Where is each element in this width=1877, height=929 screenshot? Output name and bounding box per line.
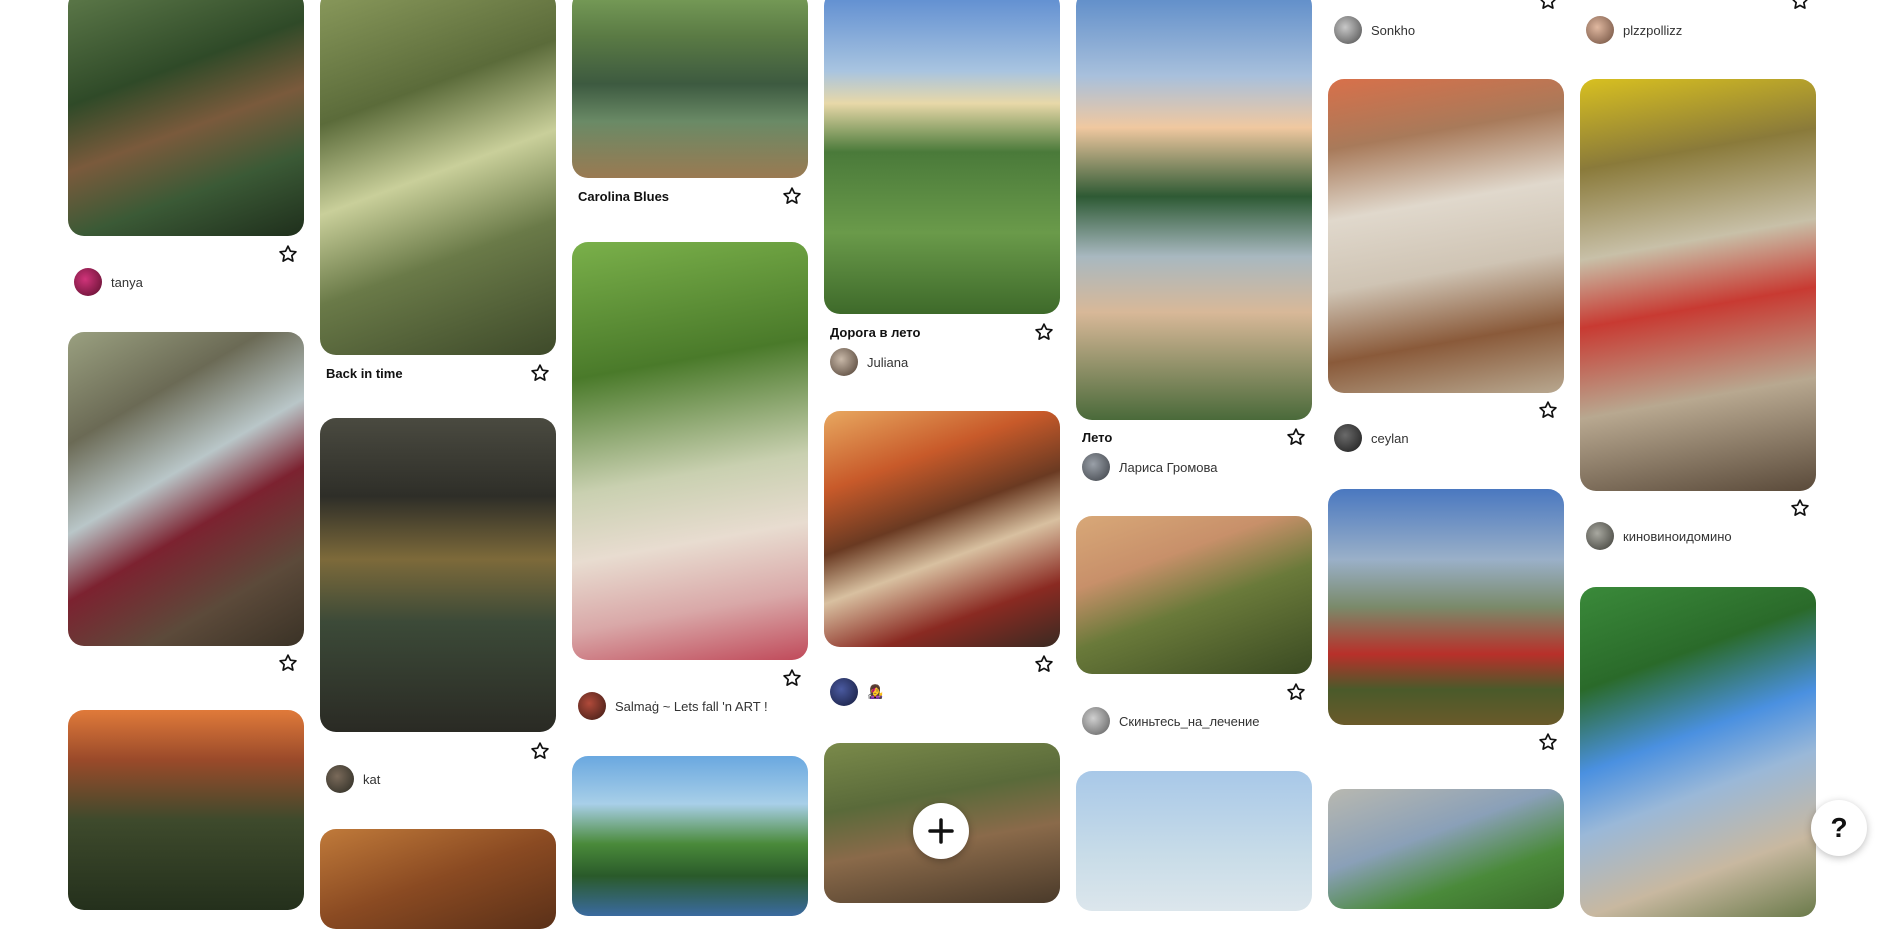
pin-image[interactable] (68, 332, 304, 646)
add-button[interactable] (913, 803, 969, 859)
save-star-button[interactable] (1538, 400, 1558, 420)
save-star-button[interactable] (1790, 0, 1810, 11)
author-name: Лариса Громова (1119, 459, 1218, 475)
avatar (1586, 522, 1614, 550)
save-star-button[interactable] (1034, 322, 1054, 342)
pin-author[interactable]: Скиньтесь_на_лечение (1082, 707, 1260, 735)
author-name: ceylan (1371, 430, 1409, 446)
star-outline-icon (1287, 683, 1305, 700)
save-star-button[interactable] (1538, 732, 1558, 752)
author-name: Juliana (867, 354, 909, 370)
star-outline-icon (1035, 655, 1053, 672)
pin-author[interactable]: 👩‍🎤 (830, 678, 883, 706)
star-outline-icon (783, 669, 801, 686)
author-name: Скиньтесь_на_лечение (1119, 713, 1260, 729)
star-outline-icon (1539, 401, 1557, 418)
star-outline-icon (783, 187, 801, 204)
star-outline-icon (1035, 323, 1053, 340)
pin-image[interactable] (1076, 516, 1312, 674)
save-star-button[interactable] (1790, 498, 1810, 518)
star-outline-icon (1539, 733, 1557, 750)
star-outline-icon (531, 364, 549, 381)
pin-title: Carolina Blues (578, 189, 670, 204)
plus-icon (928, 818, 954, 844)
author-name: 👩‍🎤 (867, 684, 884, 699)
star-outline-icon (1791, 499, 1809, 516)
pin-author[interactable]: kat (326, 765, 380, 793)
pin-title: Back in time (326, 366, 403, 381)
author-name: киновиноидомино (1623, 528, 1732, 544)
pin-image[interactable] (824, 411, 1060, 647)
save-star-button[interactable] (1286, 427, 1306, 447)
avatar (326, 765, 354, 793)
avatar (830, 678, 858, 706)
pin-image[interactable] (1328, 789, 1564, 909)
pin-image[interactable] (1328, 489, 1564, 725)
pin-author[interactable]: ceylan (1334, 424, 1409, 452)
pin-author[interactable]: Juliana (830, 348, 908, 376)
pin-image[interactable] (68, 0, 304, 236)
pin-image[interactable] (68, 710, 304, 910)
pin-author[interactable]: Sonkho (1334, 16, 1415, 44)
avatar (578, 692, 606, 720)
pin-author[interactable]: Salmaġ ~ Lets fall 'n ART ! (578, 692, 768, 720)
save-star-button[interactable] (782, 186, 802, 206)
avatar (74, 268, 102, 296)
author-name: Salmaġ ~ Lets fall 'n ART ! (615, 698, 768, 714)
star-outline-icon (279, 654, 297, 671)
pin-image[interactable] (1076, 0, 1312, 420)
pin-author[interactable]: киновиноидомино (1586, 522, 1732, 550)
pin-image[interactable] (1328, 79, 1564, 393)
pin-image[interactable] (572, 756, 808, 916)
pin-author[interactable]: plzzpollizz (1586, 16, 1682, 44)
avatar (1082, 707, 1110, 735)
help-button[interactable]: ? (1811, 800, 1867, 856)
save-star-button[interactable] (1286, 682, 1306, 702)
author-name: plzzpollizz (1623, 22, 1683, 38)
pin-image[interactable] (1580, 79, 1816, 491)
avatar (1334, 16, 1362, 44)
avatar (1082, 453, 1110, 481)
pin-title: Дорога в лето (830, 325, 921, 340)
star-outline-icon (1287, 428, 1305, 445)
pin-image[interactable] (572, 0, 808, 178)
save-star-button[interactable] (278, 653, 298, 673)
pin-image[interactable] (572, 242, 808, 660)
pin-image[interactable] (1580, 587, 1816, 917)
star-outline-icon (1540, 0, 1556, 9)
pin-title: Лето (1082, 430, 1113, 445)
avatar (1334, 424, 1362, 452)
pin-image[interactable] (320, 418, 556, 732)
author-name: Sonkho (1371, 22, 1416, 38)
avatar (830, 348, 858, 376)
pin-image[interactable] (1076, 771, 1312, 911)
save-star-button[interactable] (1034, 654, 1054, 674)
star-outline-icon (531, 742, 549, 759)
pin-author[interactable]: tanya (74, 268, 143, 296)
pin-author[interactable]: Лариса Громова (1082, 453, 1218, 481)
save-star-button[interactable] (530, 363, 550, 383)
pin-image[interactable] (320, 0, 556, 355)
save-star-button[interactable] (530, 741, 550, 761)
question-mark-icon: ? (1830, 812, 1848, 843)
star-outline-icon (1792, 0, 1808, 9)
save-star-button[interactable] (1538, 0, 1558, 11)
pin-image[interactable] (824, 0, 1060, 314)
pin-image[interactable] (320, 829, 556, 929)
save-star-button[interactable] (278, 244, 298, 264)
star-outline-icon (279, 245, 297, 262)
author-name: tanya (111, 274, 143, 290)
avatar (1586, 16, 1614, 44)
save-star-button[interactable] (782, 668, 802, 688)
author-name: kat (363, 771, 381, 787)
